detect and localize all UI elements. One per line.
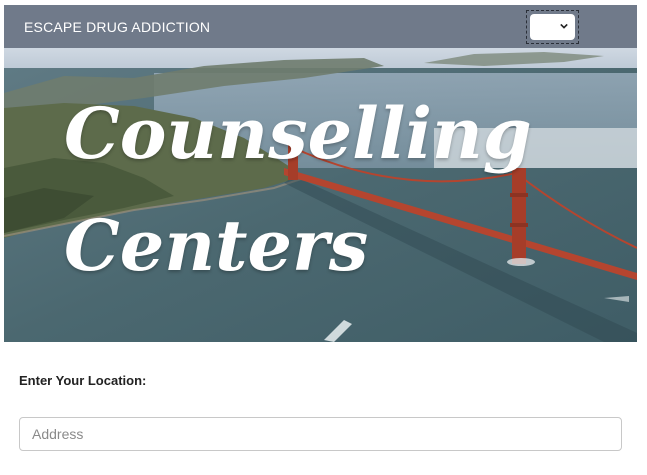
language-select[interactable]: [530, 14, 575, 40]
hero-title-line-2: Centers: [64, 204, 369, 287]
hero-title: Counselling Centers: [64, 78, 532, 302]
chevron-down-icon: [560, 23, 568, 29]
address-input[interactable]: [19, 417, 622, 451]
hero-banner: Counselling Centers: [4, 48, 637, 342]
top-navbar: ESCAPE DRUG ADDICTION: [4, 5, 637, 48]
language-select-focus-ring[interactable]: [526, 10, 579, 44]
location-label: Enter Your Location:: [19, 373, 147, 388]
hero-title-line-1: Counselling: [64, 92, 532, 175]
brand-title[interactable]: ESCAPE DRUG ADDICTION: [24, 19, 210, 35]
